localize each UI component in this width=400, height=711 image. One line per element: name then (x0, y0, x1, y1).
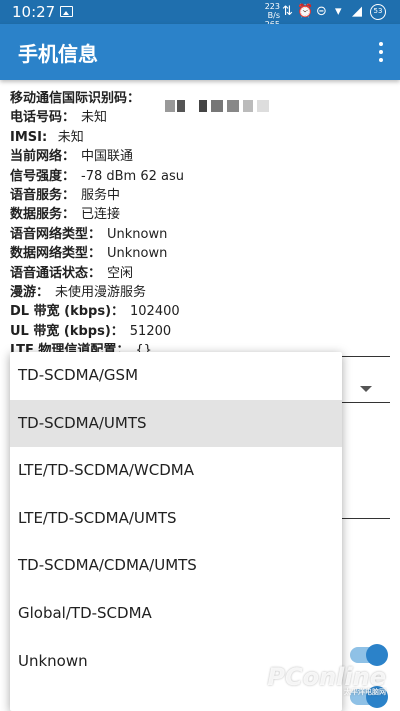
alarm-icon: ⏰ (297, 4, 314, 19)
phone-info-list: 移动通信国际识别码： 电话号码： 未知 IMSI: 未知 当前网络： 中国联通 信号… (10, 89, 390, 360)
toggle-switch-1[interactable] (350, 644, 388, 666)
underline-2 (340, 518, 390, 519)
clock: 10:27 (12, 3, 56, 21)
info-row-voice-service: 语音服务： 服务中 (10, 187, 121, 203)
dropdown-option[interactable]: LTE/TD-SCDMA/UMTS (10, 495, 342, 543)
wifi-icon: ▾ (335, 4, 342, 19)
more-options-icon[interactable] (378, 42, 384, 62)
info-row-data-service: 数据服务： 已连接 (10, 207, 121, 223)
info-row-call-state: 语音通话状态： 空闲 (10, 265, 134, 281)
battery-icon: 53 (370, 4, 386, 20)
info-row-data-network-type: 数据网络类型： Unknown (10, 246, 168, 262)
network-type-dropdown: TD-SCDMA/GSM TD-SCDMA/UMTS LTE/TD-SCDMA/… (10, 352, 342, 711)
info-row-voice-network-type: 语音网络类型： Unknown (10, 226, 168, 242)
info-row-roaming: 漫游： 未使用漫游服务 (10, 284, 147, 300)
data-activity-icon: ⇅ (282, 4, 293, 19)
app-bar: 手机信息 (0, 24, 400, 80)
dropdown-option-selected[interactable]: TD-SCDMA/UMTS (10, 399, 342, 448)
page-title: 手机信息 (18, 42, 98, 66)
info-row-current-network: 当前网络： 中国联通 (10, 149, 134, 165)
underline-1 (340, 356, 390, 357)
dropdown-option[interactable]: Global/TD-SCDMA (10, 590, 342, 638)
redacted-id (165, 100, 285, 112)
info-row-ul-bandwidth: UL 带宽 (kbps)： 51200 (10, 323, 172, 339)
info-row-signal-strength: 信号强度： -78 dBm 62 asu (10, 168, 184, 184)
spinner-dropdown-arrow-icon[interactable] (360, 386, 372, 392)
spinner-underline (340, 402, 390, 403)
info-row-imsi: IMSI: 未知 (10, 129, 84, 145)
info-row-dl-bandwidth: DL 带宽 (kbps)： 102400 (10, 304, 180, 320)
signal-icon: ◢ (352, 4, 362, 19)
net-up-speed: 223 B/s (264, 2, 280, 20)
watermark-logo: PConline 太平洋电脑网 (267, 663, 386, 696)
gallery-notification-icon (60, 6, 73, 17)
dropdown-option[interactable]: LTE/TD-SCDMA/WCDMA (10, 447, 342, 495)
dropdown-option[interactable]: TD-SCDMA/GSM (10, 352, 342, 400)
status-bar: 10:27 223 B/s 265 B/s ⇅ ⏰ ⊝ ▾ ◢ 53 (0, 0, 400, 38)
link-icon: ⊝ (316, 4, 327, 19)
dropdown-option[interactable]: TD-SCDMA/CDMA/UMTS (10, 542, 342, 590)
